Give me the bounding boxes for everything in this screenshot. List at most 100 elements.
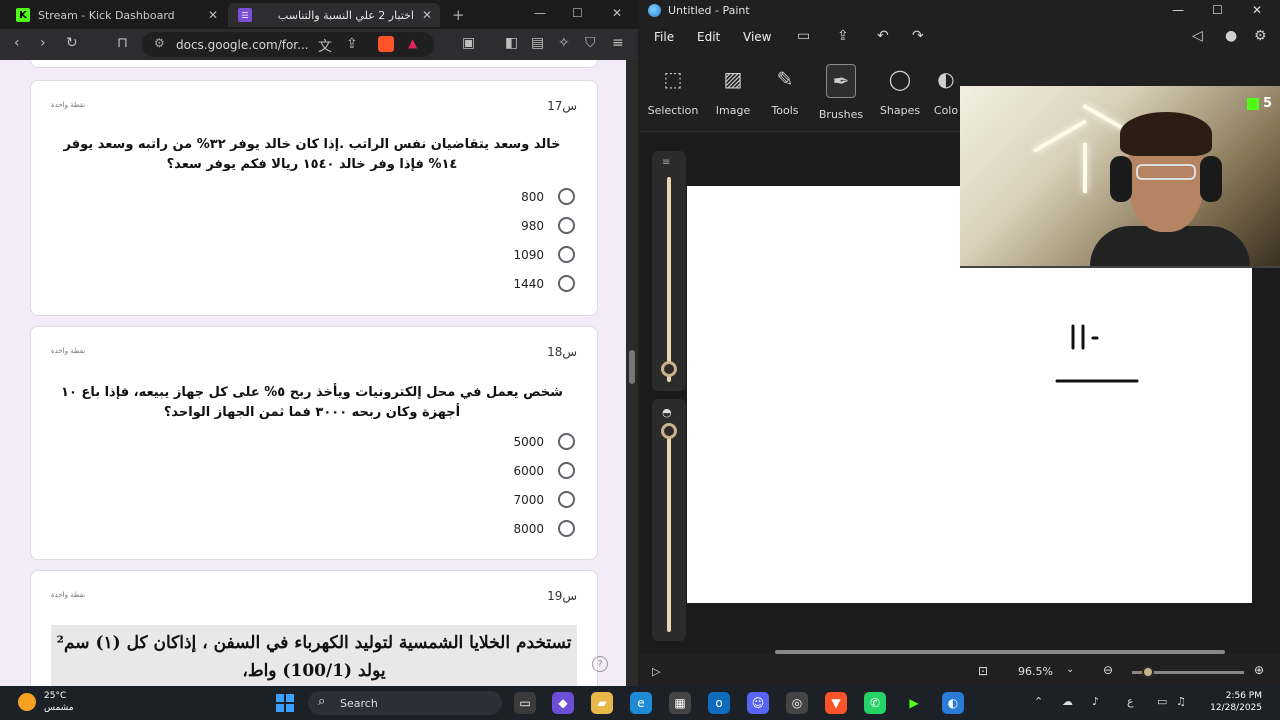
chevron-down-icon[interactable]: ⌄ [1066, 664, 1074, 675]
undo-icon[interactable]: ↶ [877, 28, 889, 44]
weather-icon[interactable] [18, 693, 36, 711]
leo-ai-icon[interactable]: ✧ [558, 35, 570, 51]
fit-to-window-icon[interactable]: ⊡ [978, 664, 988, 678]
store-icon[interactable]: ▦ [669, 692, 691, 714]
radio-button[interactable] [558, 217, 575, 234]
radio-button[interactable] [558, 246, 575, 263]
forward-icon[interactable]: › [40, 35, 46, 51]
webcam-overlay: 5 [960, 86, 1280, 268]
menu-view[interactable]: View [743, 30, 771, 44]
brave-shields-icon[interactable] [378, 36, 394, 52]
whatsapp-icon[interactable]: ✆ [864, 692, 886, 714]
chevron-up-icon[interactable]: ⌃ [1034, 695, 1043, 708]
comment-icon[interactable]: ◁ [1192, 28, 1203, 44]
radio-button[interactable] [558, 520, 575, 537]
maximize-button[interactable]: ☐ [572, 6, 583, 20]
taskbar-search[interactable]: ⌕ Search [308, 691, 502, 715]
outlook-icon[interactable]: o [708, 692, 730, 714]
option-label: 6000 [513, 463, 544, 478]
ribbon-brushes[interactable]: ✒ Brushes [811, 64, 871, 121]
start-button[interactable] [276, 694, 294, 712]
radio-button[interactable] [558, 462, 575, 479]
zoom-out-icon[interactable]: ⊖ [1103, 663, 1113, 677]
menu-icon[interactable]: ≡ [612, 35, 624, 51]
close-icon[interactable]: ✕ [422, 8, 432, 22]
option-6000[interactable]: 6000 [513, 462, 575, 479]
maximize-button[interactable]: ☐ [1212, 3, 1223, 17]
site-info-icon[interactable]: ⚙ [154, 36, 165, 50]
tab-google-form[interactable]: ☰ اختبار 2 علي النسبة والتناسب ✕ [228, 3, 440, 27]
address-bar[interactable]: ⚙ docs.google.com/for... 文 ⇪ ▲ [142, 32, 434, 57]
option-980[interactable]: 980 [521, 217, 575, 234]
clock-date: 12/28/2025 [1210, 703, 1262, 713]
ribbon-image[interactable]: ▨ Image [703, 64, 763, 117]
zoom-in-icon[interactable]: ⊕ [1254, 663, 1264, 677]
option-5000[interactable]: 5000 [513, 433, 575, 450]
ribbon-shapes[interactable]: ◯ Shapes [870, 64, 930, 117]
share-icon[interactable]: ⇪ [837, 28, 849, 44]
kick-app-icon[interactable]: ▶ [903, 692, 925, 714]
brave-rewards-icon[interactable]: ▲ [408, 36, 424, 52]
paint-app-icon[interactable]: ◐ [942, 692, 964, 714]
save-icon[interactable]: ▭ [797, 28, 810, 44]
minimize-button[interactable]: — [1172, 3, 1184, 17]
volume-icon[interactable]: ♫ [1176, 695, 1186, 708]
close-window-button[interactable]: ✕ [612, 6, 622, 20]
file-explorer-icon[interactable]: ▰ [591, 692, 613, 714]
back-icon[interactable]: ‹ [14, 35, 20, 51]
cloud-icon[interactable]: ☁ [1062, 695, 1073, 708]
screenshot-icon[interactable]: ▣ [462, 35, 475, 51]
menu-edit[interactable]: Edit [697, 30, 720, 44]
zoom-slider-knob[interactable] [1142, 666, 1154, 678]
size-slider-knob[interactable] [661, 361, 677, 377]
copilot-icon[interactable]: ◆ [552, 692, 574, 714]
close-icon[interactable]: ✕ [208, 8, 218, 22]
zoom-value[interactable]: 96.5% [1018, 665, 1053, 678]
radio-button[interactable] [558, 188, 575, 205]
share-icon[interactable]: ⇪ [346, 36, 358, 52]
language-indicator[interactable]: ع [1127, 695, 1134, 708]
minimize-button[interactable]: — [534, 6, 546, 20]
task-view-icon[interactable]: ▭ [514, 692, 536, 714]
network-icon[interactable]: ▭ [1157, 695, 1167, 708]
discord-icon[interactable]: ☺ [747, 692, 769, 714]
zoom-slider[interactable] [1132, 666, 1244, 678]
ribbon-selection[interactable]: ⬚ Selection [643, 64, 703, 117]
translate-icon[interactable]: 文 [318, 36, 332, 56]
menu-file[interactable]: File [654, 30, 674, 44]
edge-icon[interactable]: e [630, 692, 652, 714]
bookmark-icon[interactable]: ⊓ [117, 35, 128, 51]
horizontal-scrollbar[interactable] [775, 650, 1225, 654]
size-slider-track[interactable] [667, 177, 671, 382]
radio-button[interactable] [558, 491, 575, 508]
redo-icon[interactable]: ↷ [912, 28, 924, 44]
radio-button[interactable] [558, 433, 575, 450]
option-1440[interactable]: 1440 [513, 275, 575, 292]
sidebar-icon[interactable]: ◧ [505, 35, 518, 51]
system-clock[interactable]: 2:56 PM 12/28/2025 [1206, 690, 1262, 714]
wallet-icon[interactable]: ▤ [531, 35, 544, 51]
option-1090[interactable]: 1090 [513, 246, 575, 263]
close-window-button[interactable]: ✕ [1252, 3, 1262, 17]
brave-icon[interactable]: ▼ [825, 692, 847, 714]
radio-button[interactable] [558, 275, 575, 292]
option-800[interactable]: 800 [521, 188, 575, 205]
weather-widget[interactable]: 25°C مشمس [44, 690, 74, 714]
previous-question-card [30, 60, 598, 68]
account-icon[interactable]: ● [1225, 28, 1237, 44]
help-icon[interactable]: ? [592, 656, 608, 672]
reload-icon[interactable]: ↻ [66, 35, 78, 51]
obs-icon[interactable]: ◎ [786, 692, 808, 714]
opacity-slider-knob[interactable] [661, 423, 677, 439]
microphone-icon[interactable]: ♪ [1092, 695, 1099, 708]
vpn-icon[interactable]: ⛉ [585, 35, 596, 51]
ribbon-tools[interactable]: ✎ Tools [755, 64, 815, 117]
option-8000[interactable]: 8000 [513, 520, 575, 537]
settings-icon[interactable]: ⚙ [1254, 28, 1267, 44]
tab-kick-dashboard[interactable]: K Stream - Kick Dashboard ✕ [6, 3, 226, 27]
new-tab-button[interactable]: + [452, 6, 465, 24]
opacity-slider-track[interactable] [667, 427, 671, 632]
option-7000[interactable]: 7000 [513, 491, 575, 508]
scrollbar-thumb[interactable] [629, 350, 635, 384]
page-scrollbar[interactable] [626, 60, 638, 686]
